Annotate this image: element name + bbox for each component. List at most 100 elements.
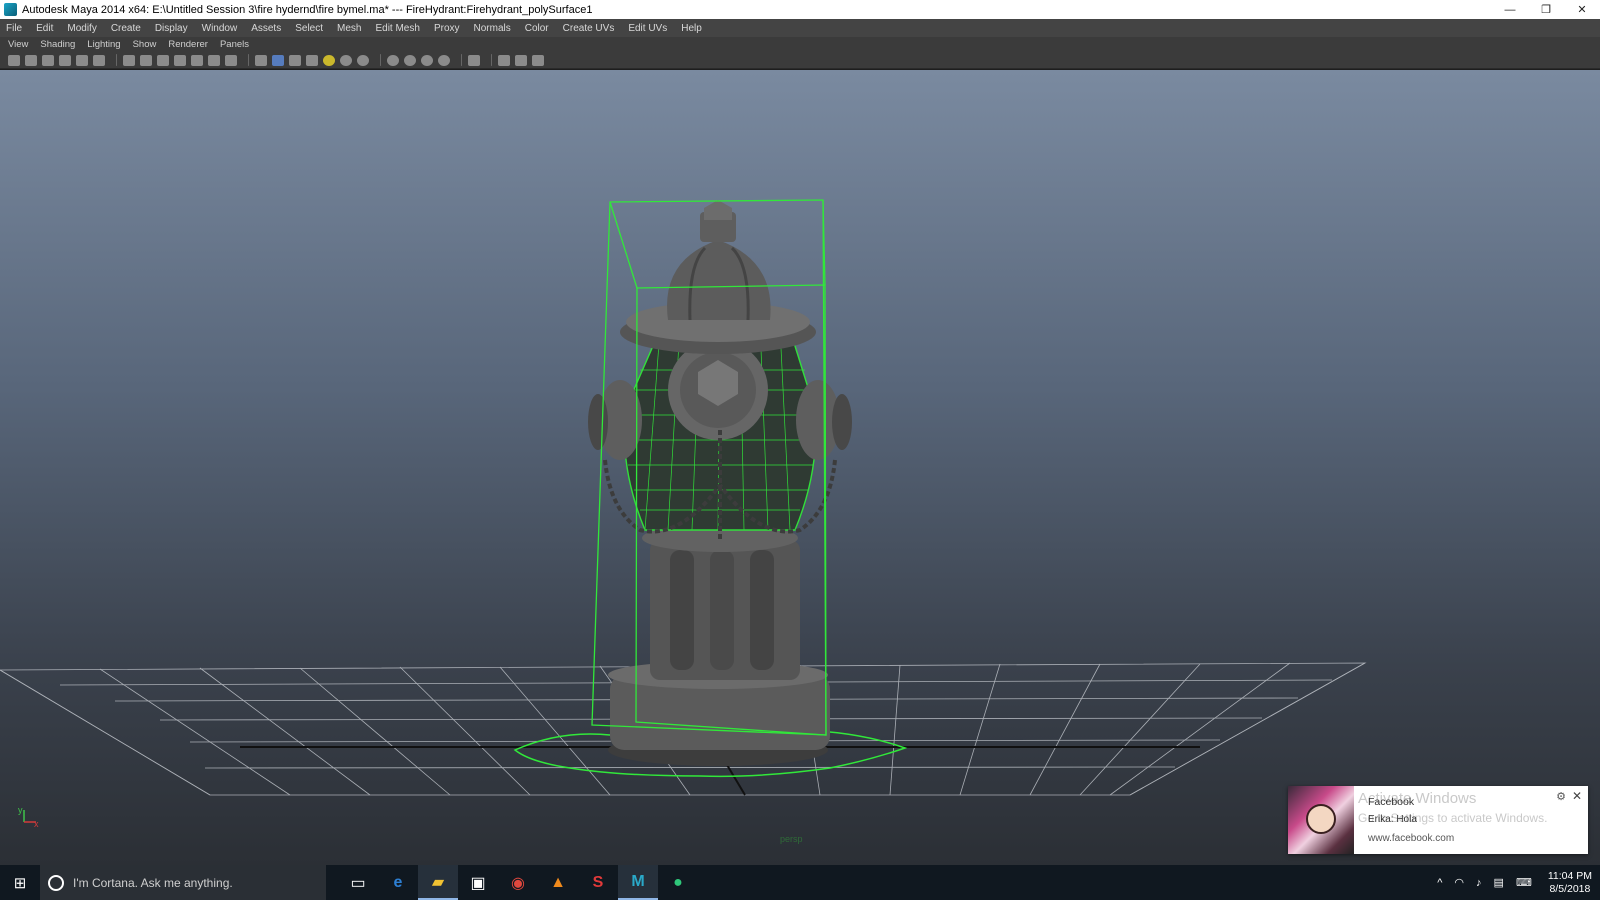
network-icon[interactable]: ◠ (1454, 876, 1464, 889)
menu-modify[interactable]: Modify (67, 23, 96, 34)
menu-proxy[interactable]: Proxy (434, 23, 460, 34)
isolate-select-icon[interactable] (468, 54, 480, 66)
notification-message: Erika: Hola (1368, 814, 1417, 825)
safe-title-icon[interactable] (191, 54, 203, 66)
notification-url: www.facebook.com (1368, 833, 1455, 844)
toolbar-separator (491, 54, 492, 66)
menu-edit-mesh[interactable]: Edit Mesh (375, 23, 419, 34)
main-menu-bar: File Edit Modify Create Display Window A… (0, 19, 1600, 37)
file-explorer-icon[interactable]: ▰ (418, 865, 458, 900)
restore-button[interactable]: ❐ (1528, 0, 1564, 19)
cortana-placeholder: I'm Cortana. Ask me anything. (73, 875, 233, 890)
panel-menu-shading[interactable]: Shading (40, 39, 75, 50)
menu-color[interactable]: Color (525, 23, 549, 34)
all-lights-icon[interactable] (340, 54, 352, 66)
toolbar-separator (461, 54, 462, 66)
close-button[interactable]: ✕ (1564, 0, 1600, 19)
textured-icon[interactable] (306, 54, 318, 66)
maya-window: Autodesk Maya 2014 x64: E:\Untitled Sess… (0, 0, 1600, 900)
panel-menu-show[interactable]: Show (133, 39, 157, 50)
tray-chevron-icon[interactable]: ^ (1437, 877, 1442, 889)
film-gate-icon[interactable] (93, 54, 105, 66)
panel-menu-lighting[interactable]: Lighting (87, 39, 120, 50)
cortana-icon (48, 874, 64, 891)
panel-menu-view[interactable]: View (8, 39, 28, 50)
viewport-scene (0, 199, 1367, 823)
wireframe-on-shaded-icon[interactable] (289, 54, 301, 66)
window-controls: — ❐ ✕ (1492, 0, 1600, 19)
grid-toggle-icon[interactable] (76, 54, 88, 66)
menu-create-uvs[interactable]: Create UVs (563, 23, 615, 34)
menu-select[interactable]: Select (295, 23, 323, 34)
keyboard-icon[interactable]: ⌨ (1516, 876, 1532, 889)
default-lighting-icon[interactable] (323, 54, 335, 66)
store-icon[interactable]: ▣ (458, 865, 498, 900)
notification-source: Facebook (1368, 796, 1415, 808)
share-icon[interactable] (532, 54, 544, 66)
close-icon[interactable]: ✕ (1572, 789, 1582, 803)
toolbar-separator (380, 54, 381, 66)
shadows-icon[interactable] (357, 54, 369, 66)
menu-edit[interactable]: Edit (36, 23, 53, 34)
toolbar-separator (116, 54, 117, 66)
xray-icon[interactable] (387, 54, 399, 66)
menu-window[interactable]: Window (202, 23, 238, 34)
two-sided-lighting-icon[interactable] (515, 54, 527, 66)
menu-assets[interactable]: Assets (251, 23, 281, 34)
backface-culling-icon[interactable] (498, 54, 510, 66)
gate-mask-icon[interactable] (140, 54, 152, 66)
app-s-icon[interactable]: S (578, 865, 618, 900)
gear-icon[interactable]: ⚙ (1556, 790, 1566, 803)
taskbar-clock[interactable]: 11:04 PM 8/5/2018 (1548, 870, 1592, 896)
panel-menu-renderer[interactable]: Renderer (168, 39, 208, 50)
volume-icon[interactable]: ♪ (1476, 877, 1482, 889)
camera-label: persp (780, 834, 803, 844)
field-chart-icon[interactable] (157, 54, 169, 66)
chrome-icon[interactable]: ◉ (498, 865, 538, 900)
panel-menu-bar: View Shading Lighting Show Renderer Pane… (0, 37, 1600, 52)
clock-time: 11:04 PM (1547, 869, 1592, 882)
panel-menu-panels[interactable]: Panels (220, 39, 249, 50)
windows-start-icon[interactable]: ⊞ (0, 865, 40, 900)
task-view-icon[interactable]: ▭ (338, 865, 378, 900)
text-icon[interactable] (225, 54, 237, 66)
toolbar-separator (248, 54, 249, 66)
menu-mesh[interactable]: Mesh (337, 23, 361, 34)
smooth-shade-icon[interactable] (272, 54, 284, 66)
motion-blur-icon[interactable] (438, 54, 450, 66)
cortana-search-box[interactable]: I'm Cortana. Ask me anything. (40, 865, 326, 900)
notification-toast[interactable]: Activate Windows Go to Settings to activ… (1288, 786, 1588, 854)
title-bar: Autodesk Maya 2014 x64: E:\Untitled Sess… (0, 0, 1600, 19)
menu-display[interactable]: Display (155, 23, 188, 34)
safe-action-icon[interactable] (174, 54, 186, 66)
bookmark-icon[interactable] (42, 54, 54, 66)
wireframe-icon[interactable] (255, 54, 267, 66)
chat-icon[interactable]: ● (658, 865, 698, 900)
panel-toolbar (0, 52, 1600, 69)
menu-help[interactable]: Help (681, 23, 702, 34)
menu-create[interactable]: Create (111, 23, 141, 34)
perspective-viewport[interactable]: y x persp (0, 70, 1600, 865)
menu-file[interactable]: File (6, 23, 22, 34)
pan-zoom-icon[interactable] (208, 54, 220, 66)
vlc-icon[interactable]: ▲ (538, 865, 578, 900)
maya-app-icon (4, 3, 17, 16)
action-center-icon[interactable]: ▤ (1494, 876, 1504, 889)
menu-edit-uvs[interactable]: Edit UVs (628, 23, 667, 34)
xray-joints-icon[interactable] (404, 54, 416, 66)
resolution-gate-icon[interactable] (123, 54, 135, 66)
system-tray: ^ ◠ ♪ ▤ ⌨ 11:04 PM 8/5/2018 (1431, 865, 1600, 900)
minimize-button[interactable]: — (1492, 0, 1528, 19)
windows-taskbar: ⊞ I'm Cortana. Ask me anything. ▭ e ▰ ▣ … (0, 865, 1600, 900)
select-camera-icon[interactable] (8, 54, 20, 66)
camera-attributes-icon[interactable] (25, 54, 37, 66)
edge-icon[interactable]: e (378, 865, 418, 900)
avatar (1288, 786, 1354, 854)
axis-y-label: y (18, 805, 23, 815)
window-title: Autodesk Maya 2014 x64: E:\Untitled Sess… (22, 3, 593, 16)
maya-icon[interactable]: M (618, 865, 658, 900)
image-plane-icon[interactable] (59, 54, 71, 66)
menu-normals[interactable]: Normals (474, 23, 511, 34)
ambient-occlusion-icon[interactable] (421, 54, 433, 66)
clock-date: 8/5/2018 (1549, 882, 1591, 895)
